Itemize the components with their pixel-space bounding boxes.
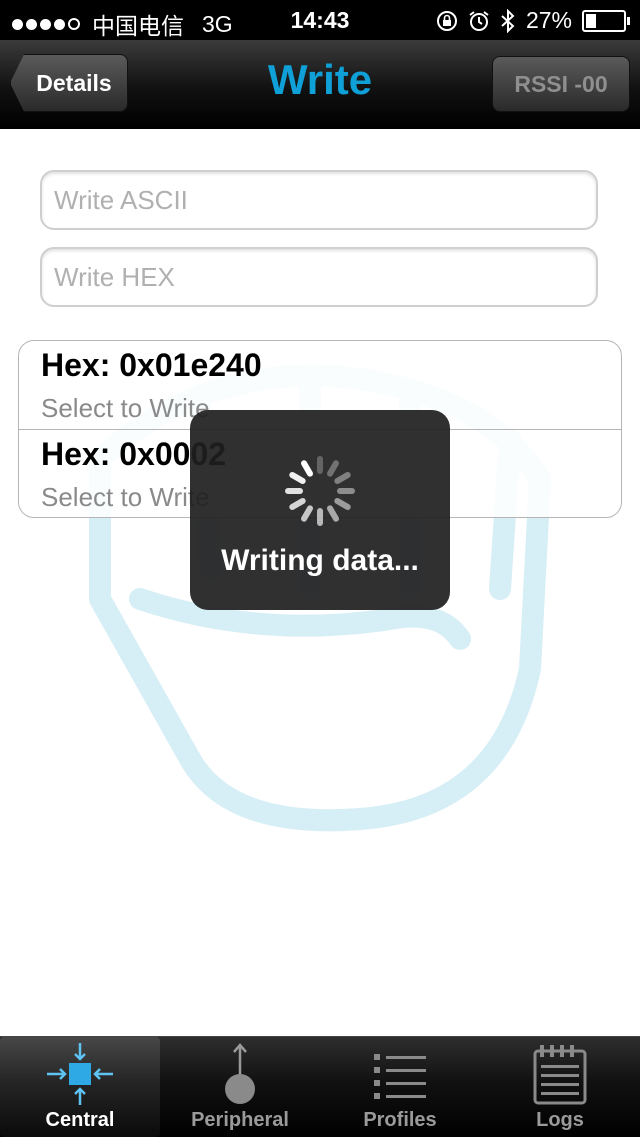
spinner-icon [285, 456, 355, 526]
write-hex-field[interactable] [40, 247, 598, 307]
spinner-spoke [317, 456, 323, 474]
value-subtitle: Select to Write [41, 393, 210, 423]
tab-central[interactable]: Central [0, 1037, 160, 1137]
spinner-spoke [299, 459, 315, 478]
battery-icon [582, 9, 630, 32]
tab-label: Logs [536, 1109, 584, 1131]
bluetooth-icon [501, 8, 515, 33]
spinner-spoke [337, 488, 355, 494]
spinner-spoke [333, 496, 352, 512]
spinner-spoke [288, 470, 307, 486]
tab-logs[interactable]: Logs [480, 1037, 640, 1137]
tab-label: Central [45, 1109, 115, 1131]
progress-hud: Writing data... [190, 410, 450, 610]
navigation-bar: Details Write RSSI -00 [0, 40, 640, 129]
spinner-spoke [325, 459, 341, 478]
tab-peripheral[interactable]: Peripheral [160, 1037, 320, 1137]
spinner-spoke [299, 504, 315, 523]
write-ascii-field[interactable] [40, 170, 598, 230]
battery-percent: 27% [525, 7, 572, 33]
spinner-spoke [288, 496, 307, 512]
rssi-button[interactable]: RSSI -00 [492, 56, 630, 112]
profiles-icon [374, 1054, 426, 1099]
spinner-spoke [333, 470, 352, 486]
hud-message: Writing data... [221, 544, 419, 577]
value-subtitle: Select to Write [41, 482, 210, 512]
tab-bar: Central Peripheral Profiles Logs [0, 1036, 640, 1137]
tab-label: Peripheral [191, 1109, 289, 1131]
central-icon [47, 1043, 113, 1105]
tab-label: Profiles [363, 1109, 437, 1131]
spinner-spoke [325, 504, 341, 523]
value-title: Hex: 0x01e240 [41, 347, 262, 383]
orientation-lock-icon [436, 10, 457, 31]
status-bar: 中国电信 3G 14:43 27% [0, 0, 640, 40]
alarm-icon [469, 10, 489, 31]
logs-icon [533, 1045, 587, 1105]
spinner-spoke [317, 508, 323, 526]
tab-profiles[interactable]: Profiles [320, 1037, 480, 1137]
peripheral-icon [225, 1043, 255, 1104]
spinner-spoke [285, 488, 303, 494]
